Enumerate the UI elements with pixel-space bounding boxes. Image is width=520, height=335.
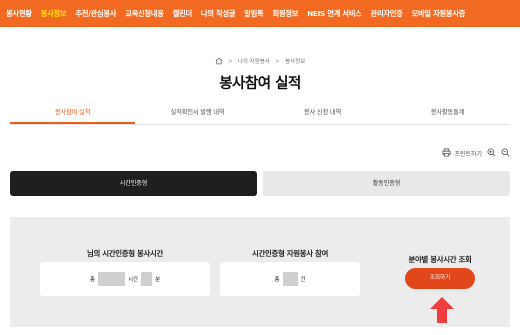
zoom-in-button[interactable] (487, 148, 496, 159)
nav-item[interactable]: 알림톡 (244, 9, 264, 19)
nav-item[interactable]: 회원정보 (272, 9, 298, 19)
nav-item[interactable]: 봉사현황 (6, 9, 32, 19)
lookup-button[interactable]: 조회하기 (405, 268, 475, 289)
print-label: 프린트하기 (454, 151, 482, 158)
breadcrumb: > 나의 자원봉사 > 봉사정보 (0, 57, 520, 65)
home-icon[interactable] (215, 57, 223, 65)
page-title: 봉사참여 실적 (219, 76, 301, 92)
tab[interactable]: 실적확인서 발행 내역 (135, 103, 260, 124)
top-nav: 봉사현황 봉사정보 추천/관심봉사 교육신청내용 캘린더 나의 작성글 알림톡 회원정보 NEI… (0, 0, 520, 27)
print-icon (442, 148, 451, 159)
minutes-unit: 분 (155, 277, 161, 283)
hours-prefix: 총 (89, 277, 95, 283)
tab[interactable]: 봉사 신청 내역 (260, 103, 385, 124)
nav-item[interactable]: 캘린더 (173, 9, 193, 19)
nav-item[interactable]: 교육신청내용 (125, 9, 164, 19)
nav-item[interactable]: 나의 작성글 (201, 9, 236, 19)
nav-item[interactable]: 추천/관심봉사 (75, 9, 116, 19)
hours-unit: 시간 (127, 277, 139, 283)
breadcrumb-item-my-volunteer[interactable]: 나의 자원봉사 (238, 57, 270, 65)
tab[interactable]: 봉사활동통계 (385, 103, 510, 124)
zoom-in-icon (487, 148, 496, 159)
page-tools: 프린트하기 (437, 148, 510, 159)
tab-bar: 봉사참여 실적 실적확인서 발행 내역 봉사 신청 내역 봉사활동통계 (10, 103, 510, 125)
breadcrumb-item-volunteer-info[interactable]: 봉사정보 (285, 57, 305, 65)
minutes-value-masked (141, 272, 153, 286)
count-title: 시간인증형 자원봉사 참여 (251, 249, 329, 258)
breadcrumb-separator: > (274, 57, 280, 65)
nav-item[interactable]: 관리자인증 (371, 9, 403, 19)
arrow-up-icon (430, 297, 454, 323)
hours-value-masked (97, 272, 125, 286)
tab[interactable]: 봉사참여 실적 (10, 103, 135, 124)
zoom-out-icon (501, 148, 510, 159)
breadcrumb-separator: > (227, 57, 233, 65)
time-cert-button[interactable]: 시간인증형 (10, 171, 257, 196)
hours-title: 님의 시간인증형 봉사시간 (86, 249, 164, 258)
count-value-masked (282, 272, 298, 286)
zoom-out-button[interactable] (501, 148, 510, 159)
nav-item[interactable]: NEIS 연계 서비스 (307, 9, 362, 19)
print-button[interactable]: 프린트하기 (442, 148, 482, 159)
count-prefix: 총 (274, 277, 280, 283)
field-title: 분야별 봉사시간 조회 (408, 255, 472, 264)
nav-item[interactable]: 모바일 자원봉사증 (412, 9, 466, 19)
nav-item[interactable]: 봉사정보 (41, 9, 67, 19)
activity-cert-button[interactable]: 활동인증형 (263, 171, 510, 196)
hours-box: 총 시간 분 (40, 262, 210, 296)
count-box: 총 건 (220, 262, 360, 296)
count-unit: 건 (300, 277, 306, 283)
